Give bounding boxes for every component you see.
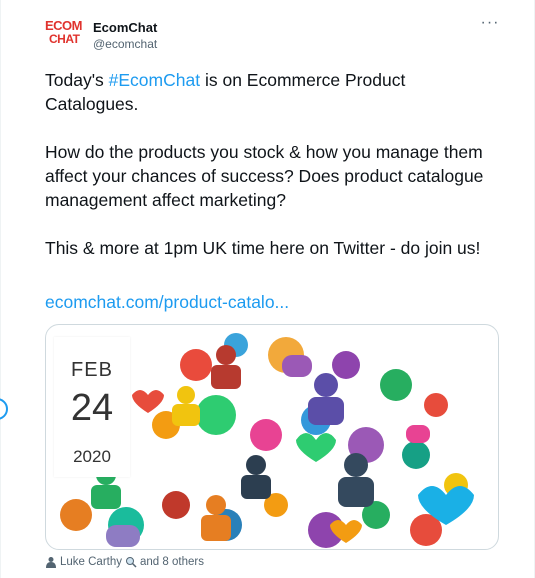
more-icon[interactable]: ··· [479, 15, 501, 36]
author-name[interactable]: EcomChat [93, 20, 157, 35]
link-preview-image[interactable]: FEB 24 2020 [45, 324, 499, 550]
tweet-text-segment: Today's [45, 70, 109, 90]
search-icon [126, 557, 137, 568]
tweet-paragraph-3: This & more at 1pm UK time here on Twitt… [45, 238, 481, 258]
avatar-logo-line1: ECOM [45, 18, 83, 33]
event-year: 2020 [73, 447, 111, 466]
tweet-card[interactable]: ECOM CHAT EcomChat @ecomchat ··· Today's… [0, 0, 535, 578]
tweet-paragraph-1: Today's #EcomChat is on Ecommerce Produc… [45, 68, 485, 116]
event-date-badge: FEB 24 2020 [54, 337, 130, 477]
tweet-text: Today's #EcomChat is on Ecommerce Produc… [45, 68, 485, 284]
event-day: 24 [70, 387, 114, 429]
author-handle[interactable]: @ecomchat [93, 37, 157, 51]
tagged-people[interactable]: Luke Carthy and 8 others [45, 556, 204, 568]
event-month: FEB [71, 359, 113, 381]
tagged-person-name[interactable]: Luke Carthy [60, 556, 122, 568]
tweet-paragraph-2: How do the products you stock & how you … [45, 142, 484, 210]
tweet-link[interactable]: ecomchat.com/product-catalo... [45, 292, 289, 313]
avatar[interactable]: ECOM CHAT [45, 19, 85, 49]
hashtag-link[interactable]: #EcomChat [109, 70, 200, 90]
person-icon [46, 557, 56, 568]
avatar-logo-line2: CHAT [49, 32, 80, 46]
tagged-others[interactable]: and 8 others [140, 556, 204, 568]
